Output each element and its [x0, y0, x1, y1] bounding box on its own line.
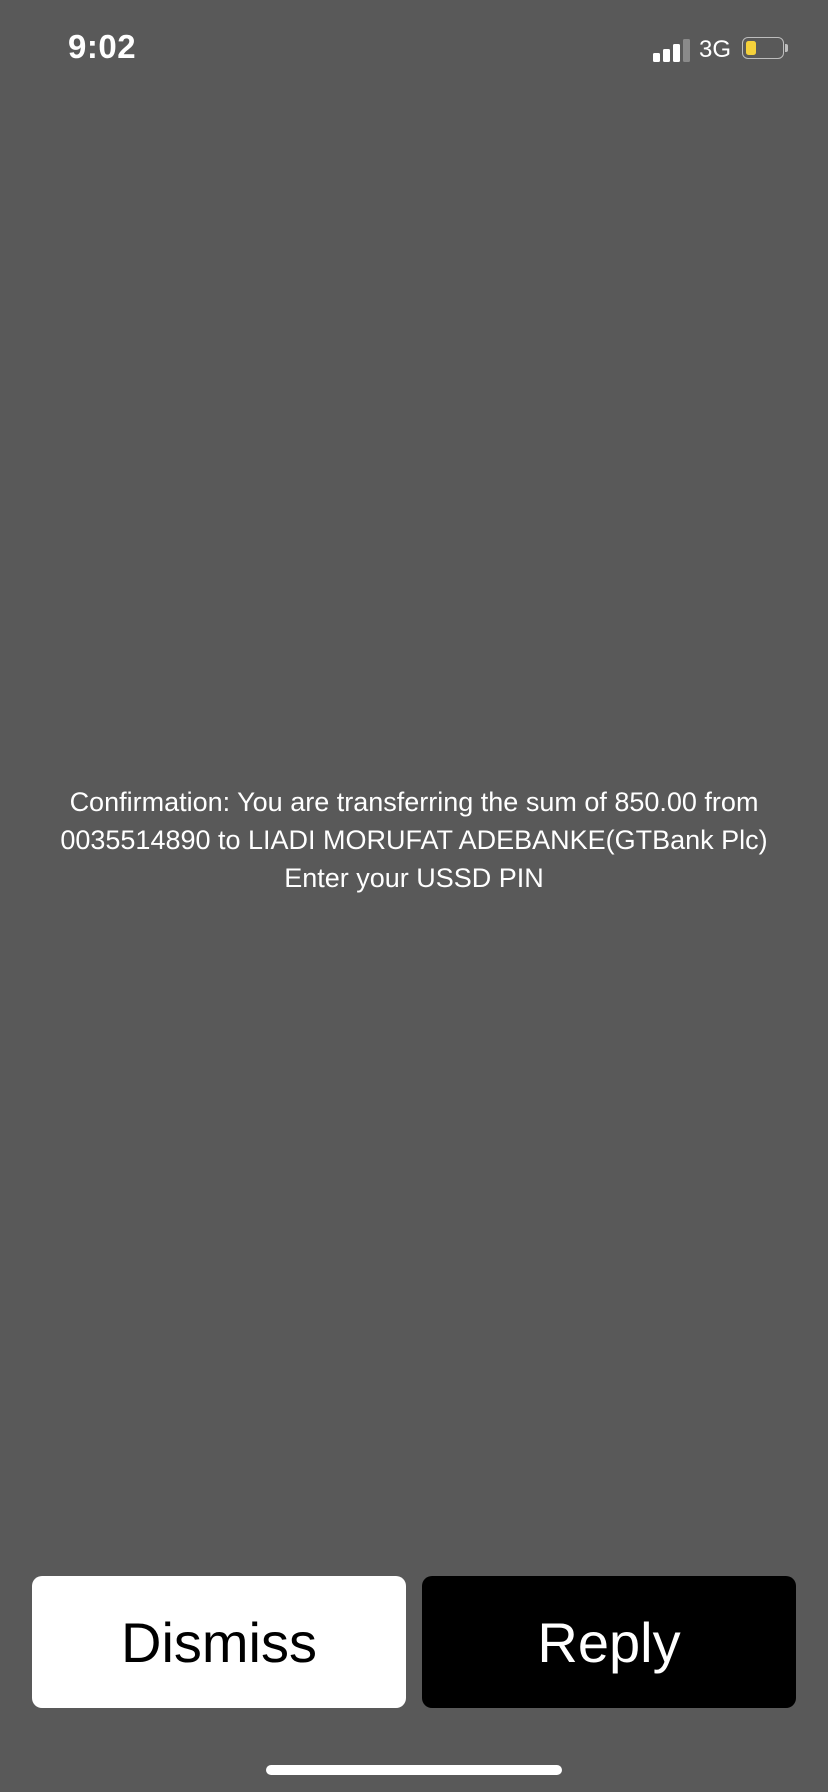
- message-line: Enter your USSD PIN: [284, 863, 544, 893]
- battery-icon: [742, 37, 788, 61]
- status-bar: 9:02 3G: [0, 0, 828, 100]
- ussd-message: Confirmation: You are transferring the s…: [20, 783, 808, 897]
- message-line: Confirmation: You are transferring the s…: [69, 787, 759, 817]
- battery-level: [746, 41, 756, 55]
- battery-nub: [785, 44, 788, 52]
- signal-bar-4: [683, 39, 690, 62]
- signal-bar-3: [673, 44, 680, 62]
- reply-button[interactable]: Reply: [422, 1576, 796, 1708]
- message-line: 0035514890 to LIADI MORUFAT ADEBANKE(GTB…: [60, 825, 768, 855]
- signal-bar-2: [663, 49, 670, 62]
- network-type: 3G: [699, 36, 732, 63]
- status-time: 9:02: [68, 28, 137, 65]
- cellular-signal-icon: [653, 38, 691, 62]
- home-indicator[interactable]: [266, 1765, 562, 1775]
- dismiss-button[interactable]: Dismiss: [32, 1576, 406, 1708]
- signal-bar-1: [653, 53, 660, 62]
